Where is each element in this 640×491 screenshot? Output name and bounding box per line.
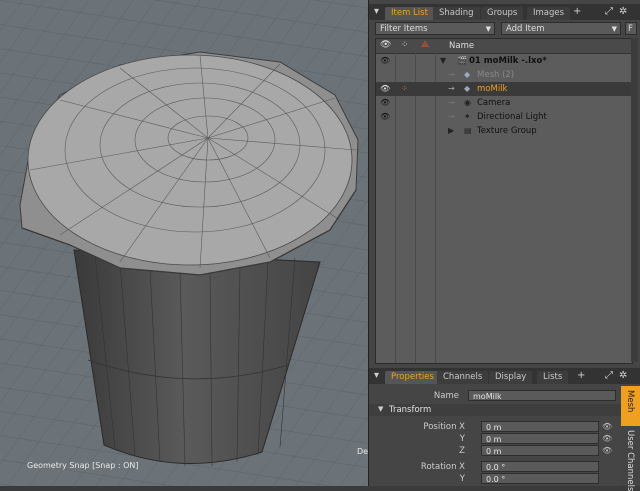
scene-icon: 🎬 — [457, 56, 467, 65]
eye-icon[interactable]: 👁 — [602, 422, 612, 431]
lock-column-icon[interactable]: ⟁ — [421, 40, 429, 50]
eye-icon[interactable]: 👁 — [602, 446, 612, 455]
geometry-snap-status: Geometry Snap [Snap : ON] — [27, 461, 139, 470]
position-x-field[interactable]: 0 m — [481, 421, 599, 432]
link-arrow-icon: → — [448, 112, 455, 121]
collapse-triangle-icon[interactable]: ▼ — [378, 405, 383, 413]
side-tab-mesh-label: Mesh — [625, 390, 635, 413]
list-item[interactable]: → ◆ Mesh (2) — [376, 68, 632, 82]
f-button[interactable]: F — [625, 22, 637, 35]
position-z-label: Z — [459, 446, 465, 456]
tab-display[interactable]: Display — [489, 371, 533, 384]
tab-channels[interactable]: Channels — [437, 371, 489, 384]
viewport-del-label: Del — [357, 447, 368, 456]
name-column-header[interactable]: Name — [449, 41, 474, 51]
light-icon: ✦ — [464, 112, 471, 121]
maximize-icon[interactable]: ⤢ — [605, 6, 613, 17]
name-field[interactable]: moMilk — [468, 390, 616, 401]
visibility-column-eye-icon[interactable]: 👁 — [380, 40, 391, 50]
position-y-field[interactable]: 0 m — [481, 433, 599, 444]
gear-icon[interactable]: ✲ — [619, 370, 627, 381]
mesh-icon: ◆ — [464, 70, 471, 79]
list-item-label: moMilk — [477, 84, 508, 94]
rotation-x-label: Rotation X — [420, 462, 465, 472]
list-item-label: Directional Light — [477, 112, 547, 122]
position-y-label: Y — [459, 434, 465, 444]
list-item-label: Texture Group — [477, 126, 537, 136]
transform-section-header[interactable]: ▼ Transform — [369, 404, 621, 416]
link-arrow-icon: → — [448, 84, 455, 93]
filter-row: Filter Items ▼ Add Item ▼ F — [375, 22, 637, 36]
gear-icon[interactable]: ✲ — [619, 6, 627, 17]
camera-icon: ◉ — [464, 98, 471, 107]
link-arrow-icon: → — [448, 70, 455, 79]
item-list: 👁 ⁘ ⟁ Name 👁 ▼ 🎬 01 moMilk -.lxo* → ◆ Me… — [375, 38, 633, 364]
list-item-selected[interactable]: 👁 ⁘ → ◆ moMilk — [376, 82, 632, 96]
side-tab-user-channels-label: User Channels — [625, 430, 635, 491]
transform-section-label: Transform — [389, 405, 432, 415]
list-item[interactable]: 👁 → ✦ Directional Light — [376, 110, 632, 124]
viewport-canvas — [0, 0, 368, 486]
tab-item-list[interactable]: Item List — [385, 7, 434, 20]
eye-icon[interactable]: 👁 — [380, 110, 390, 124]
add-item-dropdown[interactable]: Add Item ▼ — [501, 22, 621, 35]
rotation-x-field[interactable]: 0.0 ° — [481, 461, 599, 472]
right-panel: ▾ Item List Shading Groups Images + ⤢ ✲ … — [368, 0, 640, 491]
maximize-icon[interactable]: ⤢ — [605, 370, 613, 381]
drag-handle-icon[interactable]: ▾ — [374, 6, 379, 17]
3d-viewport[interactable]: Geometry Snap [Snap : ON] Del — [0, 0, 368, 486]
expand-triangle-icon[interactable]: ▶ — [448, 124, 454, 138]
properties-panel: Name moMilk ▼ Transform Position X 0 m Y… — [369, 384, 621, 486]
render-column-icon[interactable]: ⁘ — [401, 40, 409, 50]
chevron-down-icon: ▼ — [485, 25, 491, 33]
render-dots-icon[interactable]: ⁘ — [401, 82, 408, 96]
side-tab-user-channels[interactable]: User Channels — [621, 428, 640, 491]
add-item-label: Add Item — [506, 24, 545, 34]
eye-icon[interactable]: 👁 — [602, 434, 612, 443]
list-item-label: Mesh (2) — [477, 70, 515, 80]
list-item[interactable]: ▶ ▤ Texture Group — [376, 124, 632, 138]
item-list-tabbar: ▾ Item List Shading Groups Images + ⤢ ✲ — [369, 4, 640, 20]
tab-groups[interactable]: Groups — [481, 7, 524, 20]
link-arrow-icon: → — [448, 98, 455, 107]
tab-images[interactable]: Images — [527, 7, 571, 20]
add-tab-icon[interactable]: + — [577, 370, 585, 381]
rotation-y-field[interactable]: 0.0 ° — [481, 473, 599, 484]
rotation-y-label: Y — [459, 474, 465, 484]
filter-items-dropdown[interactable]: Filter Items ▼ — [375, 22, 495, 35]
list-item[interactable]: 👁 ▼ 🎬 01 moMilk -.lxo* — [376, 54, 632, 68]
position-z-field[interactable]: 0 m — [481, 445, 599, 456]
eye-icon[interactable]: 👁 — [380, 96, 390, 110]
eye-icon[interactable]: 👁 — [380, 54, 390, 68]
tab-lists[interactable]: Lists — [537, 371, 569, 384]
list-item-label: 01 moMilk -.lxo* — [469, 56, 547, 66]
expand-triangle-icon[interactable]: ▼ — [440, 54, 446, 68]
list-item-label: Camera — [477, 98, 511, 108]
tab-shading[interactable]: Shading — [433, 7, 480, 20]
filter-items-label: Filter Items — [380, 24, 428, 34]
tab-properties[interactable]: Properties — [385, 371, 440, 384]
texture-icon: ▤ — [464, 126, 472, 135]
add-tab-icon[interactable]: + — [573, 6, 581, 17]
eye-icon[interactable]: 👁 — [380, 82, 390, 96]
mesh-icon: ◆ — [464, 84, 471, 93]
chevron-down-icon: ▼ — [611, 25, 617, 33]
list-item[interactable]: 👁 → ◉ Camera — [376, 96, 632, 110]
properties-tabbar: ▾ Properties Channels Display Lists + ⤢ … — [369, 368, 640, 384]
position-x-label: Position X — [423, 422, 465, 432]
drag-handle-icon[interactable]: ▾ — [374, 370, 379, 381]
name-label: Name — [433, 391, 459, 401]
item-list-scrollbar[interactable] — [631, 38, 638, 362]
side-tab-mesh[interactable]: Mesh — [621, 386, 640, 426]
